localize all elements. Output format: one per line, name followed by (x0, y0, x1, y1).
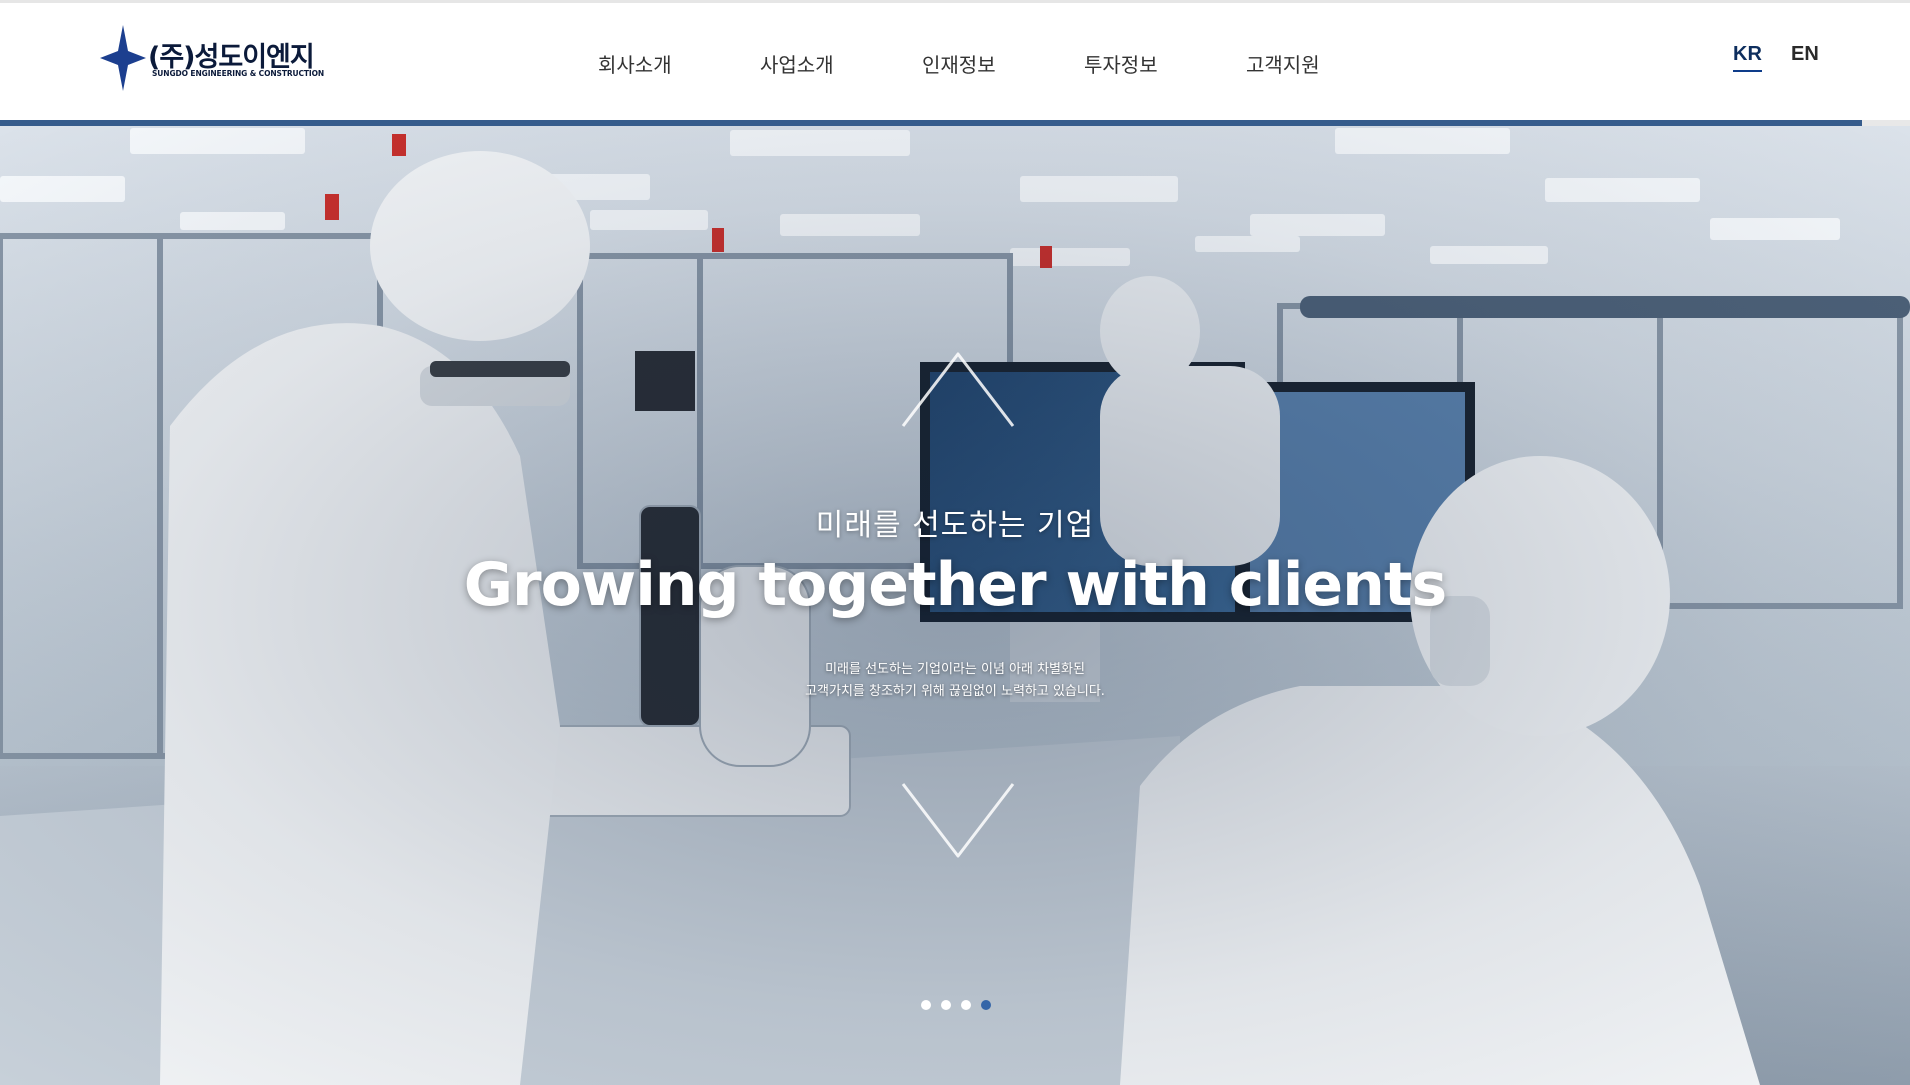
nav-item-company[interactable]: 회사소개 (598, 49, 672, 78)
chevron-up-decoration-icon (901, 352, 1015, 427)
hero-title: Growing together with clients (463, 550, 1448, 620)
lang-kr-button[interactable]: KR (1733, 43, 1762, 72)
nav-item-investors[interactable]: 투자정보 (1084, 49, 1158, 78)
pagination-dot[interactable] (941, 1000, 951, 1010)
pagination-dot[interactable] (961, 1000, 971, 1010)
nav-item-careers[interactable]: 인재정보 (922, 49, 996, 78)
pagination-dot[interactable] (921, 1000, 931, 1010)
hero-slider: 미래를 선도하는 기업 Growing together with client… (0, 126, 1910, 1085)
logo-english-text: SUNGDO ENGINEERING & CONSTRUCTION (152, 69, 325, 78)
company-logo[interactable]: (주)성도이엔지 SUNGDO ENGINEERING & CONSTRUCTI… (100, 25, 330, 91)
pagination-dot[interactable] (981, 1000, 991, 1010)
lang-en-button[interactable]: EN (1791, 43, 1819, 66)
hero-description-line-2: 고객가치를 창조하기 위해 끊임없이 노력하고 있습니다. (805, 684, 1105, 699)
star-logo-icon (100, 25, 146, 91)
hero-subtitle: 미래를 선도하는 기업 (815, 508, 1095, 543)
nav-item-support[interactable]: 고객지원 (1246, 49, 1320, 78)
chevron-down-decoration-icon (901, 783, 1015, 858)
hero-description-line-1: 미래를 선도하는 기업이라는 이념 아래 차별화된 (825, 662, 1085, 677)
site-header: (주)성도이엔지 SUNGDO ENGINEERING & CONSTRUCTI… (0, 0, 1910, 120)
nav-item-business[interactable]: 사업소개 (760, 49, 834, 78)
